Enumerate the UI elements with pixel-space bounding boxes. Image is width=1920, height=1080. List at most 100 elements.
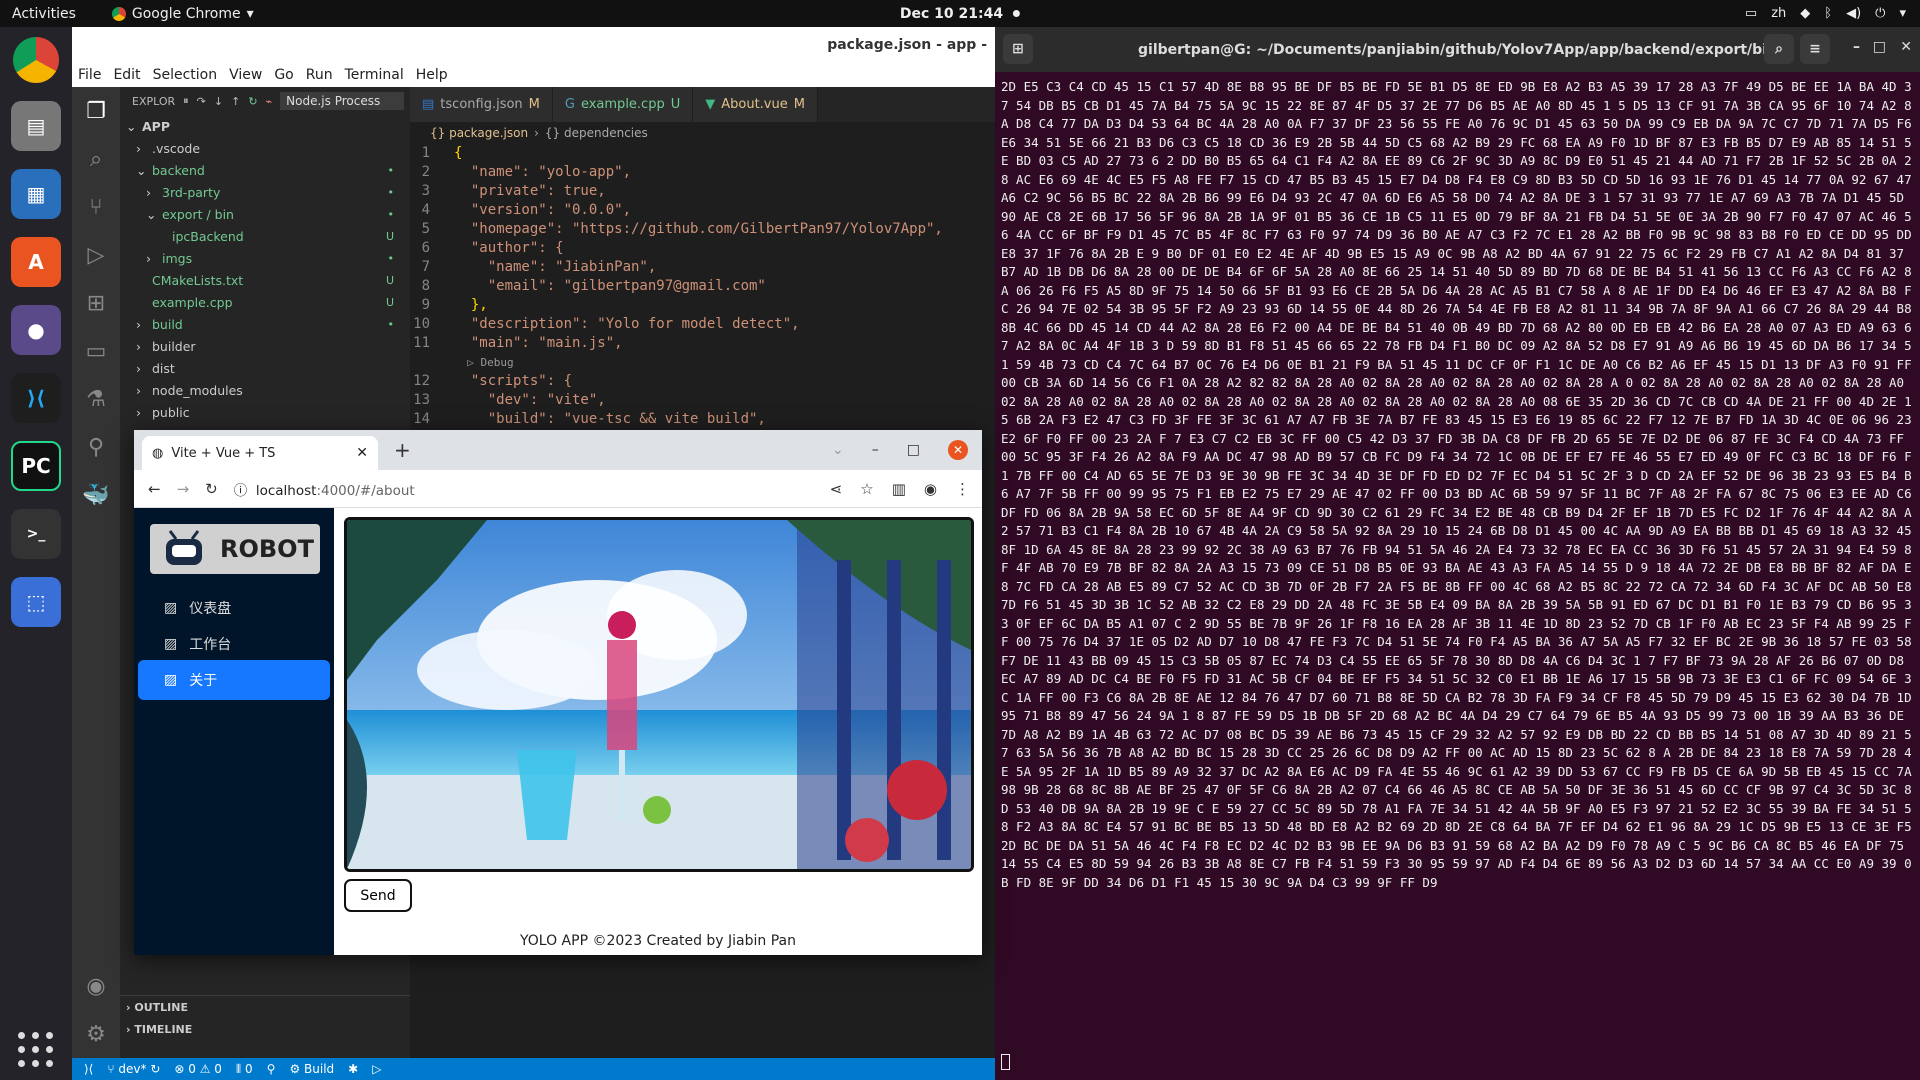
tab-tsconfig[interactable]: ▤ tsconfig.json M <box>410 87 553 122</box>
tree-item[interactable]: › public <box>120 401 410 423</box>
breadcrumb-file[interactable]: {} package.json <box>430 126 528 140</box>
terminal-output[interactable]: 2D E5 C3 C4 CD 45 15 C1 57 4D 8E B8 95 B… <box>995 72 1920 1062</box>
restart-icon[interactable]: ↻ <box>248 95 257 108</box>
share-icon[interactable]: ⋖ <box>830 480 843 498</box>
files-dock-icon[interactable]: ▤ <box>11 101 61 151</box>
source-control-icon[interactable]: ⑂ <box>72 183 120 231</box>
tab-about-vue[interactable]: ▼ About.vue M <box>693 87 818 122</box>
address-bar[interactable]: ⓘ localhost:4000/#/about <box>234 479 415 499</box>
menu-go[interactable]: Go <box>274 67 293 83</box>
tree-item[interactable]: › builder <box>120 335 410 357</box>
outline-header[interactable]: › OUTLINE <box>120 996 410 1018</box>
tree-item[interactable]: › imgs • <box>120 247 410 269</box>
menu-item-dashboard[interactable]: ▨ 仪表盘 <box>138 588 330 628</box>
close-tab-icon[interactable]: ✕ <box>356 445 368 461</box>
code-view[interactable]: 1{2 "name": "yolo-app", 3 "private": true… <box>410 144 995 429</box>
explorer-icon[interactable]: ❐ <box>72 87 120 135</box>
chrome-dock-icon[interactable] <box>13 37 59 83</box>
menu-selection[interactable]: Selection <box>153 67 218 83</box>
system-tray[interactable]: ▭ zh ◆ ᛒ ◀) ⏻ ▾ <box>1745 6 1906 21</box>
minimize-icon[interactable]: – <box>1853 39 1860 55</box>
git-graph-icon[interactable]: ⚲ <box>72 423 120 471</box>
search-icon[interactable]: ⌕ <box>1764 34 1794 64</box>
step-into-icon[interactable]: ↓ <box>214 95 223 108</box>
tree-item[interactable]: › .vscode <box>120 137 410 159</box>
input-method[interactable]: zh <box>1771 6 1786 21</box>
tree-item[interactable]: › dist <box>120 357 410 379</box>
step-out-icon[interactable]: ↑ <box>231 95 240 108</box>
disconnect-icon[interactable]: ⌁ <box>266 95 273 108</box>
maximize-icon[interactable]: □ <box>907 442 920 458</box>
show-apps-icon[interactable] <box>18 1032 54 1068</box>
tree-item[interactable]: CMakeLists.txt U <box>120 269 410 291</box>
tree-item[interactable]: example.cpp U <box>120 291 410 313</box>
vscode-dock-icon[interactable]: ⟩⟨ <box>11 373 61 423</box>
breadcrumb-symbol[interactable]: {} dependencies <box>545 126 648 140</box>
minimize-icon[interactable]: – <box>872 442 879 458</box>
remote-explorer-icon[interactable]: ▭ <box>72 327 120 375</box>
software-dock-icon[interactable]: A <box>11 237 61 287</box>
back-icon[interactable]: ← <box>148 480 161 498</box>
tree-item[interactable]: › node_modules <box>120 379 410 401</box>
tree-item-label: 3rd-party <box>162 184 221 200</box>
menu-terminal[interactable]: Terminal <box>345 67 404 83</box>
menu-file[interactable]: File <box>78 67 101 83</box>
forward-icon[interactable]: → <box>177 480 190 498</box>
tree-item[interactable]: › build • <box>120 313 410 335</box>
manage-gear-icon[interactable]: ⚙ <box>72 1010 120 1058</box>
screenshot-dock-icon[interactable]: ⬚ <box>11 577 61 627</box>
outline-section[interactable]: › OUTLINE › TIMELINE <box>120 995 410 1040</box>
send-button[interactable]: Send <box>344 879 412 912</box>
tab-example-cpp[interactable]: Gexample.cpp U <box>552 87 694 122</box>
menu-view[interactable]: View <box>229 67 262 83</box>
tab-search-icon[interactable]: ⌄ <box>832 442 844 458</box>
run-icon[interactable]: ▷ <box>372 1062 381 1076</box>
close-icon[interactable]: ✕ <box>948 440 968 460</box>
tree-item[interactable]: ⌄ APP <box>120 115 410 137</box>
menu-item-about[interactable]: ▨ 关于 <box>138 660 330 700</box>
new-tab-icon[interactable]: ⊞ <box>1003 34 1033 64</box>
hamburger-menu-icon[interactable]: ≡ <box>1800 34 1830 64</box>
menu-edit[interactable]: Edit <box>113 67 140 83</box>
tree-item[interactable]: ipcBackend U <box>120 225 410 247</box>
more-menu-icon[interactable]: ⋮ <box>955 480 970 498</box>
build-status[interactable]: ⚙ Build <box>289 1062 334 1076</box>
extensions-icon[interactable]: ⊞ <box>72 279 120 327</box>
step-over-icon[interactable]: ↷ <box>197 95 206 108</box>
new-tab-button[interactable]: + <box>394 438 411 462</box>
profile-avatar-icon[interactable]: ◉ <box>924 480 937 498</box>
docker-icon[interactable]: 🐳 <box>72 471 120 519</box>
tree-item[interactable]: › 3rd-party • <box>120 181 410 203</box>
accounts-icon[interactable]: ◉ <box>72 962 120 1010</box>
timeline-header[interactable]: › TIMELINE <box>120 1018 410 1040</box>
clock[interactable]: Dec 10 21:44 <box>900 6 1021 22</box>
menu-item-workbench[interactable]: ▨ 工作台 <box>138 624 330 664</box>
remote-icon[interactable]: ⟩⟨ <box>84 1062 93 1076</box>
problems-status[interactable]: ⊗ 0 ⚠ 0 <box>174 1062 222 1076</box>
tree-item[interactable]: ⌄ backend • <box>120 159 410 181</box>
side-panel-icon[interactable]: ▥ <box>892 480 906 498</box>
tree-item[interactable]: ⌄ export / bin • <box>120 203 410 225</box>
close-icon[interactable]: ✕ <box>1900 39 1912 55</box>
browser-tab[interactable]: ◍ Vite + Vue + TS ✕ <box>142 436 378 470</box>
testing-icon[interactable]: ⚗ <box>72 375 120 423</box>
debug-status-icon[interactable]: ⚲ <box>267 1062 276 1076</box>
maximize-icon[interactable]: □ <box>1873 39 1886 55</box>
ports-status[interactable]: ⦀ 0 <box>236 1062 253 1077</box>
github-desktop-dock-icon[interactable]: ● <box>11 305 61 355</box>
writer-dock-icon[interactable]: ▦ <box>11 169 61 219</box>
pycharm-dock-icon[interactable]: PC <box>11 441 61 491</box>
bookmark-star-icon[interactable]: ☆ <box>860 480 873 498</box>
pause-icon[interactable]: ⏸ <box>183 94 189 108</box>
run-config-select[interactable]: Node.js Process <box>280 92 405 110</box>
reload-icon[interactable]: ↻ <box>205 480 218 498</box>
bug-icon[interactable]: ✱ <box>348 1062 358 1076</box>
run-debug-icon[interactable]: ▷ <box>72 231 120 279</box>
activities-button[interactable]: Activities <box>12 6 76 22</box>
terminal-dock-icon[interactable]: >_ <box>11 509 61 559</box>
active-app-menu[interactable]: Google Chrome ▾ <box>111 6 254 22</box>
search-icon[interactable]: ⌕ <box>72 135 120 183</box>
menu-run[interactable]: Run <box>306 67 333 83</box>
branch-status[interactable]: ⑂ dev* ↻ <box>107 1062 160 1076</box>
menu-help[interactable]: Help <box>416 67 448 83</box>
